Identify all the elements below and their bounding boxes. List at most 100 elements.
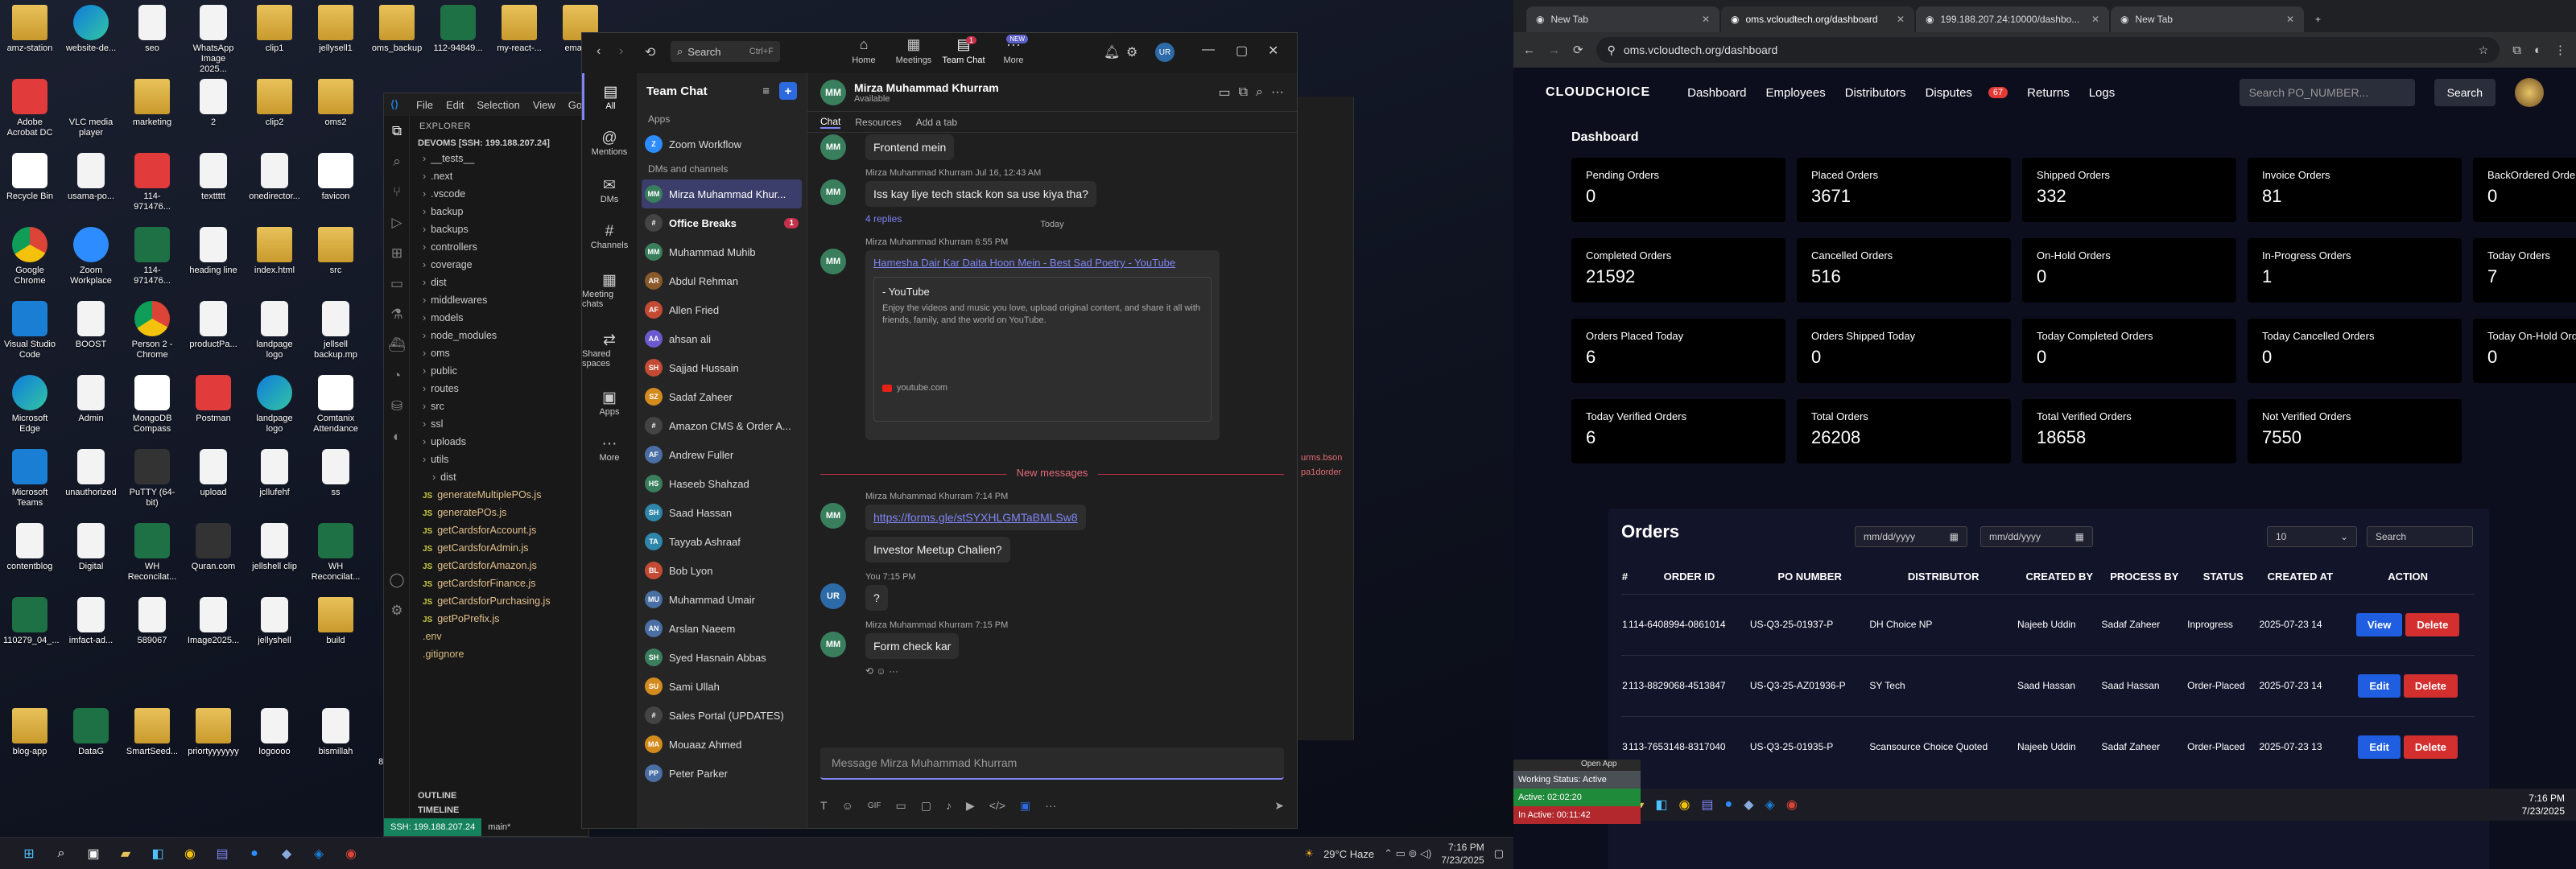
emoji-icon[interactable]: ☺ xyxy=(842,799,853,812)
end-date-input[interactable]: mm/dd/yyyy ▦ xyxy=(1980,526,2093,547)
desktop-icon[interactable]: jellysell1 xyxy=(309,5,362,54)
tree-folder[interactable]: middlewares xyxy=(423,291,588,309)
menu-selection[interactable]: Selection xyxy=(477,99,519,111)
desktop-icon[interactable]: texttttt xyxy=(187,153,240,202)
chrome-profile-taskbar-icon[interactable]: ◉ xyxy=(338,842,364,865)
message-text[interactable]: Frontend mein xyxy=(865,134,955,160)
weather-text[interactable]: 29°C Haze xyxy=(1323,848,1374,860)
notification-icon[interactable]: ▢ xyxy=(1494,847,1504,860)
app-taskbar-icon[interactable]: ◆ xyxy=(1744,797,1753,813)
maximize-icon[interactable]: ▢ xyxy=(1236,43,1248,59)
tree-folder[interactable]: src xyxy=(423,397,588,415)
nav-team-chat[interactable]: ▤ 1 Team Chat xyxy=(939,36,988,65)
desktop-icon[interactable]: marketing xyxy=(126,79,179,128)
message-text[interactable]: Investor Meetup Chalien? xyxy=(865,537,1010,562)
tab-close-icon[interactable]: ✕ xyxy=(2286,14,2294,25)
explorer-icon[interactable]: ⧉ xyxy=(384,116,410,146)
video-icon[interactable]: ▶ xyxy=(966,799,975,813)
stat-card[interactable]: Today Cancelled Orders 0 xyxy=(2248,319,2462,383)
desktop-icon[interactable]: build xyxy=(309,597,362,646)
profile-icon[interactable]: ◐ xyxy=(2534,43,2541,57)
tree-folder[interactable]: uploads xyxy=(423,433,588,451)
tree-file[interactable]: getPoPrefix.js xyxy=(423,610,588,628)
vscode-taskbar-icon[interactable]: ◈ xyxy=(1765,797,1775,813)
stat-card[interactable]: Total Orders 26208 xyxy=(1797,399,2011,463)
browser-tab-active[interactable]: ◉ oms.vcloudtech.org/dashboard ✕ xyxy=(1721,6,1914,32)
stat-card[interactable]: Today Completed Orders 0 xyxy=(2022,319,2236,383)
tab-resources[interactable]: Resources xyxy=(855,117,901,128)
screen-share-icon[interactable]: ⧉ xyxy=(1239,85,1248,100)
rail-more[interactable]: ··· More xyxy=(582,426,637,472)
desktop-icon[interactable]: clip1 xyxy=(248,5,301,54)
po-search-button[interactable]: Search xyxy=(2434,79,2496,106)
more-tools-icon[interactable]: ··· xyxy=(1045,799,1056,812)
tree-folder[interactable]: __tests__ xyxy=(423,150,588,167)
message-text[interactable]: Form check kar xyxy=(865,633,960,659)
chat-list-item[interactable]: TA Tayyab Ashraaf xyxy=(637,527,807,556)
table-row[interactable]: 3 113-7653148-8317040 US-Q3-25-01935-P Scan… xyxy=(1621,715,2475,777)
python-icon[interactable]: ◐ xyxy=(384,422,410,452)
desktop-icon[interactable]: priortyyyyyyy xyxy=(187,708,240,757)
search-icon[interactable]: ⌕ xyxy=(48,842,74,865)
account-icon[interactable]: ◯ xyxy=(384,565,410,595)
table-row[interactable]: 2 113-8829068-4513847 US-Q3-25-AZ01936-P SY… xyxy=(1621,654,2475,716)
start-date-input[interactable]: mm/dd/yyyy ▦ xyxy=(1855,526,1967,547)
compose-button[interactable]: + xyxy=(779,82,797,100)
tree-folder[interactable]: backups xyxy=(423,220,588,238)
desktop-icon[interactable]: clip2 xyxy=(248,79,301,128)
page-size-select[interactable]: 10 ⌄ xyxy=(2267,526,2357,547)
tree-folder[interactable]: .vscode xyxy=(423,185,588,203)
tree-file[interactable]: .env xyxy=(423,628,588,645)
desktop-icon[interactable]: Digital xyxy=(64,523,118,572)
delete-button[interactable]: Delete xyxy=(2403,673,2458,698)
code-icon[interactable]: </> xyxy=(989,799,1005,812)
desktop-icon[interactable]: oms_backup xyxy=(370,5,423,54)
extensions-icon[interactable]: ⧉ xyxy=(2512,43,2521,57)
tree-file[interactable]: generateMultiplePOs.js xyxy=(423,486,588,504)
app-taskbar-icon[interactable]: ◆ xyxy=(274,842,299,865)
desktop-icon[interactable]: SmartSeed... xyxy=(126,708,179,757)
browser-tab[interactable]: ◉ 199.188.207.24:10000/dashbo... ✕ xyxy=(1916,6,2109,32)
tab-add[interactable]: Add a tab xyxy=(916,117,957,128)
desktop-icon[interactable]: Recycle Bin xyxy=(3,153,56,202)
outline-section[interactable]: OUTLINE xyxy=(413,791,588,801)
secondary-clock[interactable]: 7:16 PM 7/23/2025 xyxy=(2522,792,2565,818)
stat-card[interactable]: Pending Orders 0 xyxy=(1571,158,1785,222)
tree-folder[interactable]: backup xyxy=(423,203,588,220)
stat-card[interactable]: BackOrdered Orders 0 xyxy=(2473,158,2576,222)
chat-list-item[interactable]: AR Abdul Rehman xyxy=(637,266,807,295)
desktop-icon[interactable]: jellyshell xyxy=(248,597,301,646)
desktop-icon[interactable]: bismillah xyxy=(309,708,362,757)
link-preview-card[interactable]: - YouTube Enjoy the videos and music you… xyxy=(873,277,1212,422)
taskbar-clock[interactable]: 7:16 PM 7/23/2025 xyxy=(1441,841,1484,867)
desktop-icon[interactable]: PuTTY (64-bit) xyxy=(126,449,179,509)
orders-search-input[interactable]: Search xyxy=(2367,526,2473,547)
bookmark-star-icon[interactable]: ☆ xyxy=(2479,43,2489,57)
attach-icon[interactable]: ▭ xyxy=(896,799,906,813)
edit-button[interactable]: Edit xyxy=(2358,673,2401,698)
tree-folder[interactable]: routes xyxy=(423,380,588,397)
tree-file[interactable]: getCardsforFinance.js xyxy=(423,575,588,592)
testing-icon[interactable]: ⚗ xyxy=(384,299,410,330)
desktop-icon[interactable]: 2 xyxy=(187,79,240,128)
stat-card[interactable]: Total Verified Orders 18658 xyxy=(2022,399,2236,463)
search-icon[interactable]: ⌕ xyxy=(384,146,410,177)
stat-card[interactable]: Orders Placed Today 6 xyxy=(1571,319,1785,383)
chat-list-item[interactable]: AF Andrew Fuller xyxy=(637,440,807,469)
tree-file[interactable]: getCardsforAdmin.js xyxy=(423,539,588,557)
po-search-input[interactable]: Search PO_NUMBER... xyxy=(2239,79,2415,106)
chat-list-item[interactable]: AA ahsan ali xyxy=(637,324,807,353)
chat-list-item[interactable]: SU Sami Ullah xyxy=(637,672,807,701)
desktop-icon[interactable]: productPa... xyxy=(187,301,240,350)
send-icon[interactable]: ➤ xyxy=(1274,799,1284,813)
desktop-icon[interactable]: favicon xyxy=(309,153,362,202)
desktop-icon[interactable]: landpage logo xyxy=(248,375,301,434)
desktop-icon[interactable]: WH Reconcilat... xyxy=(309,523,362,583)
notification-bell-icon[interactable]: 🔔︎ xyxy=(1104,44,1120,60)
tree-folder[interactable]: public xyxy=(423,362,588,380)
desktop-icon[interactable]: amz-station xyxy=(3,5,56,54)
message-text[interactable]: ? xyxy=(865,585,888,611)
teams-taskbar-icon[interactable]: ▤ xyxy=(209,842,235,865)
chat-list-title[interactable]: Team Chat xyxy=(646,84,708,98)
desktop-icon[interactable]: imfact-ad... xyxy=(64,597,118,646)
